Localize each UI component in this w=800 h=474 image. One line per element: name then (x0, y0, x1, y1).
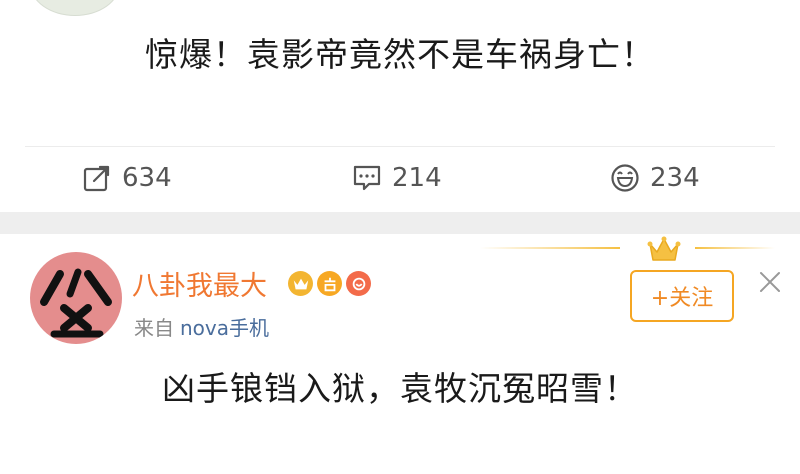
crown-decoration-line (480, 247, 620, 249)
crown-decoration-line (695, 247, 775, 249)
post-card-2: 八卦我最大 来自 nova手机 +关注 凶手锒铛入狱，袁牧沉冤昭雪！ (0, 234, 800, 474)
post-source: 来自 nova手机 (134, 312, 269, 341)
repost-count: 634 (122, 163, 172, 193)
avatar[interactable] (30, 0, 120, 16)
source-prefix: 来自 (134, 316, 174, 340)
comment-button[interactable]: 214 (352, 150, 442, 206)
like-icon (611, 164, 639, 192)
post-card-1: 惊爆！袁影帝竟然不是车祸身亡！ 634 214 234 (0, 0, 800, 212)
close-icon[interactable] (758, 270, 782, 294)
repost-button[interactable]: 634 (82, 150, 172, 206)
crown-icon (647, 236, 681, 261)
fan-badge-icon[interactable] (346, 271, 371, 296)
divider (25, 146, 775, 147)
avatar[interactable] (30, 252, 122, 344)
like-count: 234 (650, 163, 700, 193)
answer-badge-icon[interactable] (317, 271, 342, 296)
comment-icon (353, 165, 381, 191)
username[interactable]: 八卦我最大 (132, 264, 267, 303)
like-button[interactable]: 234 (610, 150, 700, 206)
source-device-link[interactable]: nova手机 (180, 316, 269, 340)
card-separator (0, 212, 800, 234)
repost-icon (83, 165, 110, 192)
comment-count: 214 (392, 163, 442, 193)
avatar-glyph-icon (40, 268, 112, 338)
post-text: 惊爆！袁影帝竟然不是车祸身亡！ (145, 35, 655, 74)
user-badges (288, 271, 371, 296)
post-text: 凶手锒铛入狱，袁牧沉冤昭雪！ (162, 369, 638, 408)
vip-crown-icon[interactable] (288, 271, 313, 296)
action-bar: 634 214 234 (0, 150, 800, 206)
follow-button[interactable]: +关注 (630, 270, 734, 322)
